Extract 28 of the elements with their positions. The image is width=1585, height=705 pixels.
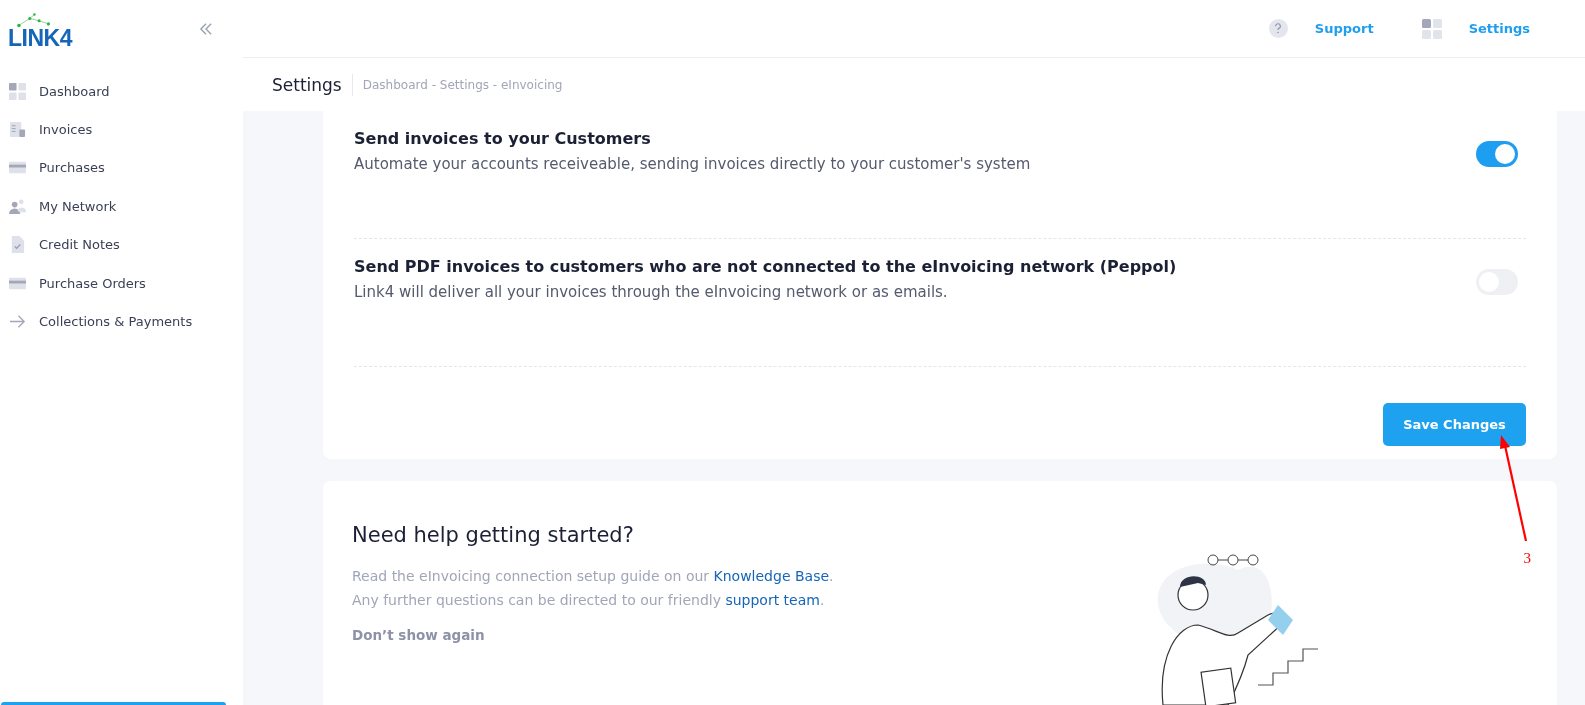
sidebar-item[interactable]: Collections & Payments [0, 302, 243, 341]
option-description: Automate your accounts receiveable, sending invoices directly to your customer's system [354, 155, 1031, 173]
sidebar-item[interactable]: Credit Notes [0, 225, 243, 264]
annotation-label: 3 [1523, 550, 1531, 567]
toggle-switch[interactable] [1476, 141, 1518, 167]
invoice-icon [9, 121, 26, 139]
note-icon [9, 236, 26, 254]
help-link[interactable]: support team [725, 592, 820, 608]
grid-icon [9, 82, 26, 100]
help-text: Read the eInvoicing connection setup guide on our Knowledge Base. [352, 567, 834, 586]
collapse-icon[interactable] [199, 23, 213, 35]
help-link[interactable]: Knowledge Base [713, 568, 830, 584]
option-title: Send PDF invoices to customers who are not connected to the eInvoicing network (Peppol) [354, 257, 1177, 276]
option-title: Send invoices to your Customers [354, 129, 652, 148]
help-title: Need help getting started? [352, 523, 634, 547]
sidebar-item[interactable]: Dashboard [0, 72, 243, 111]
page-title: Settings [272, 73, 353, 96]
help-icon[interactable] [1268, 19, 1288, 38]
breadcrumb: Dashboard - Settings - eInvoicing [362, 77, 563, 92]
grid-icon[interactable] [1421, 18, 1442, 39]
sidebar-item[interactable]: Purchase Orders [0, 263, 243, 303]
people-icon [9, 197, 26, 215]
sidebar-item[interactable]: Purchases [0, 148, 243, 188]
help-text: Any further questions can be directed to our friendly support team. [352, 591, 825, 610]
option-description: Link4 will deliver all your invoices through the eInvoicing network or as emails. [354, 283, 949, 301]
link4-logo: LINK4 [8, 13, 72, 49]
sidebar-item[interactable]: My Network [0, 187, 243, 226]
sidebar-item[interactable]: Invoices [0, 110, 243, 149]
